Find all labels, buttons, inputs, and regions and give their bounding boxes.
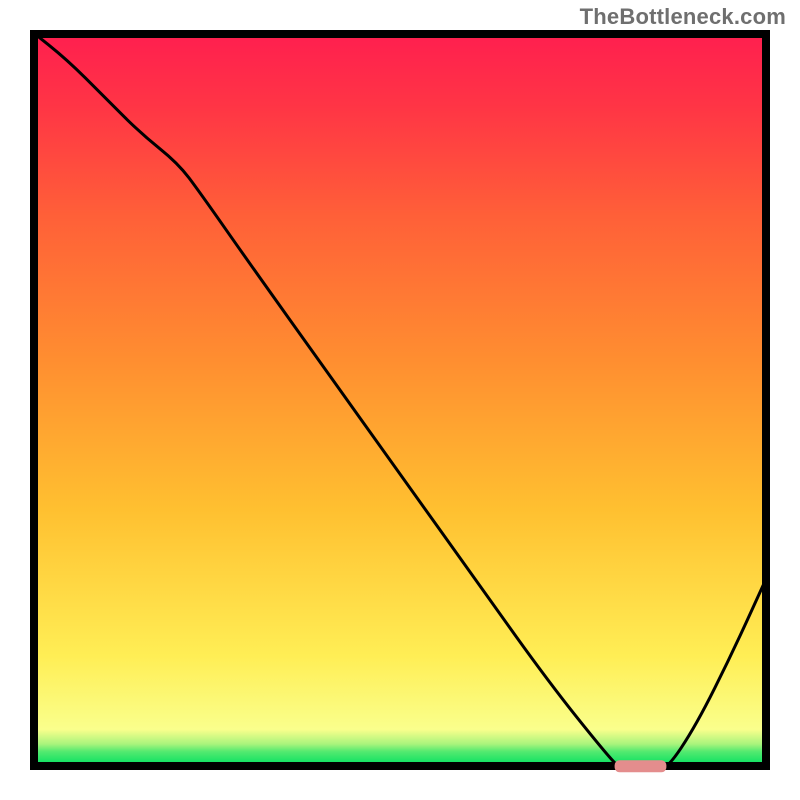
watermark-text: TheBottleneck.com	[580, 4, 786, 30]
optimal-marker	[615, 760, 667, 772]
chart-container: TheBottleneck.com	[0, 0, 800, 800]
gradient-background	[34, 34, 766, 766]
bottleneck-chart	[0, 0, 800, 800]
